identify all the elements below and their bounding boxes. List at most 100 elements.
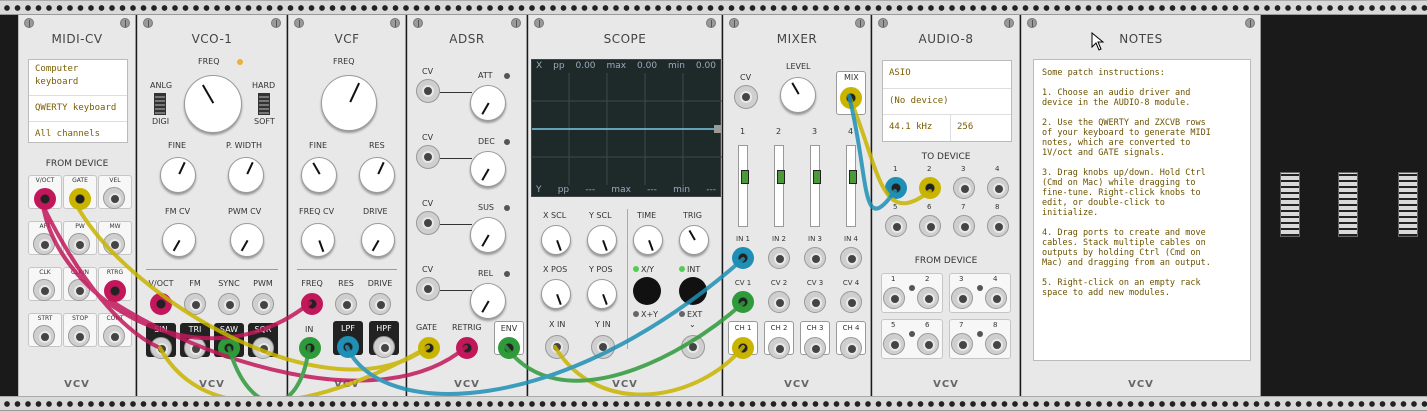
xy-mode-button[interactable] xyxy=(633,277,661,305)
env-output-jack[interactable] xyxy=(498,337,520,359)
output-jack[interactable] xyxy=(33,233,55,255)
gate-output-jack[interactable] xyxy=(69,188,91,210)
to-device-jack[interactable] xyxy=(953,215,975,237)
module-vco1[interactable]: VCO-1 FREQ ANLG DIGI HARD SOFT FINE P. W… xyxy=(137,15,287,396)
output-jack[interactable] xyxy=(33,325,55,347)
ch4-out-jack[interactable] xyxy=(840,337,862,359)
pwidth-knob[interactable] xyxy=(228,157,264,193)
freq-input-jack[interactable] xyxy=(301,293,323,315)
output-jack[interactable] xyxy=(33,279,55,301)
time-knob[interactable] xyxy=(633,225,663,255)
in3-jack[interactable] xyxy=(804,247,826,269)
output-jack[interactable] xyxy=(252,337,274,359)
block-size-label[interactable]: 256 xyxy=(951,115,979,141)
freq-knob[interactable] xyxy=(184,75,242,133)
mix-output-jack[interactable] xyxy=(840,87,862,109)
channel-4-fader[interactable] xyxy=(846,145,857,227)
ch3-out-jack[interactable] xyxy=(804,337,826,359)
to-device-jack[interactable] xyxy=(953,177,975,199)
sin-output-jack[interactable] xyxy=(150,337,172,359)
fmcv-knob[interactable] xyxy=(162,223,196,257)
retrig-input-jack[interactable] xyxy=(456,337,478,359)
ch2-out-jack[interactable] xyxy=(768,337,790,359)
scope-display[interactable]: Xpp 0.00 max 0.00 min 0.00 Ypp --- max --- min --- xyxy=(531,59,722,197)
to-device-1-jack[interactable] xyxy=(885,177,907,199)
from-device-jack[interactable] xyxy=(883,287,905,309)
dec-cv-jack[interactable] xyxy=(416,145,440,169)
from-device-jack[interactable] xyxy=(985,287,1007,309)
from-device-jack[interactable] xyxy=(951,333,973,355)
input-jack[interactable] xyxy=(218,293,240,315)
in1-jack[interactable] xyxy=(732,247,754,269)
att-cv-jack[interactable] xyxy=(416,79,440,103)
xscl-knob[interactable] xyxy=(541,225,571,255)
midi-display[interactable]: Computer keyboard QWERTY keyboard All ch… xyxy=(28,59,128,143)
voct-output-jack[interactable] xyxy=(34,188,56,210)
output-jack[interactable] xyxy=(68,325,90,347)
trig-knob[interactable] xyxy=(679,225,709,255)
module-vcf[interactable]: VCF FREQ FINE RES FREQ CV DRIVE FREQ RES D… xyxy=(288,15,406,396)
to-device-jack[interactable] xyxy=(987,177,1009,199)
from-device-jack[interactable] xyxy=(951,287,973,309)
sus-cv-jack[interactable] xyxy=(416,211,440,235)
input-jack[interactable] xyxy=(184,293,206,315)
sync-switch[interactable] xyxy=(258,93,270,115)
gate-input-jack[interactable] xyxy=(418,337,440,359)
output-jack[interactable] xyxy=(184,337,206,359)
in4-jack[interactable] xyxy=(840,247,862,269)
output-jack[interactable] xyxy=(68,279,90,301)
xpos-knob[interactable] xyxy=(541,279,571,309)
retrig-output-jack[interactable] xyxy=(104,280,126,302)
output-jack[interactable] xyxy=(103,233,125,255)
from-device-jack[interactable] xyxy=(917,287,939,309)
fine-knob[interactable] xyxy=(301,157,337,193)
midi-channel-label[interactable]: All channels xyxy=(29,121,127,141)
module-adsr[interactable]: ADSR CV ATT CV DEC CV SUS CV REL GATE RETRIG ENV … xyxy=(407,15,527,396)
yscl-knob[interactable] xyxy=(587,225,617,255)
rel-knob[interactable] xyxy=(470,283,506,319)
module-notes[interactable]: NOTES Some patch instructions: 1. Choose… xyxy=(1021,15,1261,396)
to-device-jack[interactable] xyxy=(919,215,941,237)
res-knob[interactable] xyxy=(359,157,395,193)
cv4-jack[interactable] xyxy=(840,291,862,313)
output-jack[interactable] xyxy=(103,325,125,347)
input-jack[interactable] xyxy=(369,293,391,315)
lpf-output-jack[interactable] xyxy=(337,336,359,358)
input-jack[interactable] xyxy=(252,293,274,315)
audio-device-label[interactable]: (No device) xyxy=(883,89,1011,115)
channel-1-fader[interactable] xyxy=(738,145,749,227)
notes-textarea[interactable]: Some patch instructions: 1. Choose an au… xyxy=(1033,59,1251,361)
audio-display[interactable]: ASIO (No device) 44.1 kHz 256 xyxy=(882,60,1012,142)
midi-driver-label[interactable]: Computer keyboard xyxy=(35,63,121,89)
ypos-knob[interactable] xyxy=(587,279,617,309)
xin-jack[interactable] xyxy=(545,335,569,359)
output-jack[interactable] xyxy=(68,233,90,255)
sus-knob[interactable] xyxy=(470,217,506,253)
saw-output-jack[interactable] xyxy=(218,337,240,359)
hpf-output-jack[interactable] xyxy=(373,336,395,358)
cutoff-knob[interactable] xyxy=(321,75,377,131)
master-level-knob[interactable] xyxy=(780,77,816,113)
fine-knob[interactable] xyxy=(160,157,196,193)
cv2-jack[interactable] xyxy=(768,291,790,313)
cv1-jack[interactable] xyxy=(732,291,754,313)
drive-knob[interactable] xyxy=(361,223,395,257)
att-knob[interactable] xyxy=(470,85,506,121)
cv3-jack[interactable] xyxy=(804,291,826,313)
ch1-out-jack[interactable] xyxy=(732,337,754,359)
audio-input-jack[interactable] xyxy=(299,337,321,359)
rel-cv-jack[interactable] xyxy=(416,277,440,301)
analog-switch[interactable] xyxy=(154,93,166,115)
trig-jack[interactable] xyxy=(681,335,705,359)
module-mixer[interactable]: MIXER CV LEVEL MIX 1 IN 1 CV 1 CH 1 2 IN 2 CV … xyxy=(723,15,871,396)
to-device-jack[interactable] xyxy=(987,215,1009,237)
in2-jack[interactable] xyxy=(768,247,790,269)
sample-rate-label[interactable]: 44.1 kHz xyxy=(883,115,951,141)
module-midi-cv[interactable]: MIDI-CV Computer keyboard QWERTY keyboar… xyxy=(18,15,136,396)
input-jack[interactable] xyxy=(335,293,357,315)
channel-3-fader[interactable] xyxy=(810,145,821,227)
audio-driver-label[interactable]: ASIO xyxy=(883,61,1011,89)
voct-input-jack[interactable] xyxy=(150,293,172,315)
pwmcv-knob[interactable] xyxy=(230,223,264,257)
from-device-jack[interactable] xyxy=(883,333,905,355)
